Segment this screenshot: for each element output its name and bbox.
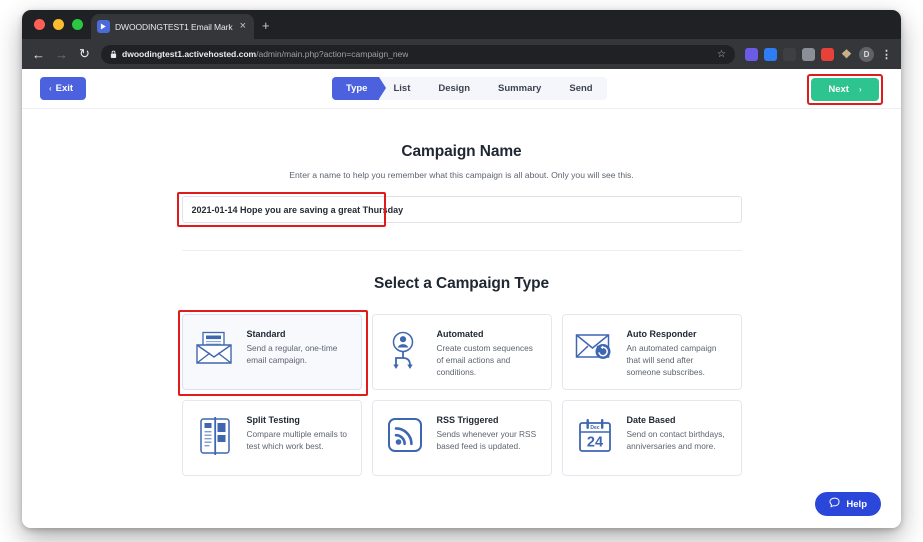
campaign-type-desc-standard: Send a regular, one-time email campaign. bbox=[247, 343, 350, 367]
campaign-type-title-standard: Standard bbox=[247, 329, 350, 339]
campaign-type-text-rss-triggered: RSS Triggered Sends whenever your RSS ba… bbox=[437, 415, 540, 453]
chat-bubble-icon bbox=[829, 497, 840, 511]
content-container: Campaign Name Enter a name to help you r… bbox=[182, 143, 742, 476]
campaign-type-card-split-testing[interactable]: Split Testing Compare multiple emails to… bbox=[182, 400, 362, 476]
calendar-icon: Dec 24 bbox=[574, 415, 616, 455]
campaign-type-desc-rss-triggered: Sends whenever your RSS based feed is up… bbox=[437, 429, 540, 453]
exit-button[interactable]: ‹ Exit bbox=[40, 77, 86, 100]
browser-tab[interactable]: DWOODINGTEST1 Email Mark × bbox=[91, 14, 254, 39]
next-button-label: Next bbox=[828, 84, 849, 95]
campaign-type-card-standard[interactable]: Standard Send a regular, one-time email … bbox=[182, 314, 362, 390]
tab-send[interactable]: Send bbox=[555, 77, 606, 100]
section-divider bbox=[182, 250, 742, 251]
tab-list-label: List bbox=[393, 83, 410, 94]
campaign-step-tabs: Type List Design Summary Send bbox=[332, 77, 607, 100]
extension-blue-arrow-icon[interactable] bbox=[764, 48, 777, 61]
help-button[interactable]: Help bbox=[815, 492, 881, 516]
envelope-document-icon bbox=[194, 329, 236, 365]
browser-window: DWOODINGTEST1 Email Mark × + ← → ↻ dwood… bbox=[22, 10, 901, 528]
tab-summary-label: Summary bbox=[498, 83, 541, 94]
address-bar-url: dwoodingtest1.activehosted.com/admin/mai… bbox=[122, 49, 408, 59]
tab-summary[interactable]: Summary bbox=[484, 77, 555, 100]
extension-loom-icon[interactable] bbox=[783, 48, 796, 61]
window-traffic-lights bbox=[34, 19, 83, 30]
close-tab-icon[interactable]: × bbox=[238, 21, 248, 32]
tab-design[interactable]: Design bbox=[424, 77, 484, 100]
campaign-type-text-date-based: Date Based Send on contact birthdays, an… bbox=[627, 415, 730, 453]
automation-person-branch-icon bbox=[384, 329, 426, 371]
campaign-type-card-rss-triggered[interactable]: RSS Triggered Sends whenever your RSS ba… bbox=[372, 400, 552, 476]
campaign-type-text-auto-responder: Auto Responder An automated campaign tha… bbox=[627, 329, 730, 378]
calendar-day-label: 24 bbox=[586, 435, 602, 451]
reload-icon[interactable]: ↻ bbox=[76, 46, 93, 63]
exit-button-label: Exit bbox=[56, 83, 73, 94]
bookmark-star-icon[interactable]: ☆ bbox=[717, 49, 726, 60]
tab-type[interactable]: Type bbox=[332, 77, 379, 100]
maximize-window-button[interactable] bbox=[72, 19, 83, 30]
browser-toolbar: ← → ↻ dwoodingtest1.activehosted.com/adm… bbox=[22, 39, 901, 69]
campaign-type-card-automated[interactable]: Automated Create custom sequences of ema… bbox=[372, 314, 552, 390]
app-header: ‹ Exit Type List Design Summary Send bbox=[22, 69, 901, 109]
campaign-type-card-date-based[interactable]: Dec 24 Date Based Send on contact birthd… bbox=[562, 400, 742, 476]
campaign-type-title-automated: Automated bbox=[437, 329, 540, 339]
campaign-type-text-automated: Automated Create custom sequences of ema… bbox=[437, 329, 540, 378]
campaign-name-field-row bbox=[182, 196, 742, 223]
campaign-name-input[interactable] bbox=[182, 196, 742, 223]
extension-grammarly-icon[interactable] bbox=[745, 48, 758, 61]
campaign-type-desc-auto-responder: An automated campaign that will send aft… bbox=[627, 343, 730, 378]
help-button-label: Help bbox=[846, 499, 867, 510]
campaign-type-title-auto-responder: Auto Responder bbox=[627, 329, 730, 339]
activecampaign-favicon-icon bbox=[97, 20, 110, 33]
back-icon[interactable]: ← bbox=[30, 46, 47, 63]
campaign-type-grid: Standard Send a regular, one-time email … bbox=[182, 314, 742, 476]
address-bar[interactable]: dwoodingtest1.activehosted.com/admin/mai… bbox=[101, 45, 735, 64]
profile-avatar[interactable]: D bbox=[859, 47, 874, 62]
campaign-name-heading: Campaign Name bbox=[182, 143, 742, 161]
lock-icon bbox=[110, 50, 117, 59]
campaign-type-card-auto-responder[interactable]: Auto Responder An automated campaign tha… bbox=[562, 314, 742, 390]
minimize-window-button[interactable] bbox=[53, 19, 64, 30]
tab-design-label: Design bbox=[438, 83, 470, 94]
main-content: Campaign Name Enter a name to help you r… bbox=[22, 109, 901, 476]
select-campaign-type-heading: Select a Campaign Type bbox=[182, 275, 742, 293]
next-button[interactable]: Next › bbox=[811, 78, 879, 101]
page-viewport: ‹ Exit Type List Design Summary Send bbox=[22, 69, 901, 528]
campaign-type-desc-automated: Create custom sequences of email actions… bbox=[437, 343, 540, 378]
tab-list[interactable]: List bbox=[379, 77, 424, 100]
exit-chevron-icon: ‹ bbox=[49, 84, 52, 93]
envelope-refresh-icon bbox=[574, 329, 616, 361]
campaign-type-title-date-based: Date Based bbox=[627, 415, 730, 425]
address-bar-domain: dwoodingtest1.activehosted.com bbox=[122, 49, 256, 59]
extensions-puzzle-icon[interactable]: ❖ bbox=[840, 48, 853, 61]
extension-screenshot-icon[interactable] bbox=[802, 48, 815, 61]
split-columns-icon bbox=[194, 415, 236, 455]
forward-icon[interactable]: → bbox=[53, 46, 70, 63]
campaign-type-title-rss-triggered: RSS Triggered bbox=[437, 415, 540, 425]
address-bar-path: /admin/main.php?action=campaign_new bbox=[256, 49, 408, 59]
calendar-month-label: Dec bbox=[590, 425, 599, 431]
campaign-type-text-split-testing: Split Testing Compare multiple emails to… bbox=[247, 415, 350, 453]
browser-tab-strip: DWOODINGTEST1 Email Mark × + bbox=[22, 10, 901, 39]
browser-menu-icon[interactable]: ⋮ bbox=[880, 48, 893, 61]
tab-send-label: Send bbox=[569, 83, 592, 94]
browser-tab-title: DWOODINGTEST1 Email Mark bbox=[115, 22, 233, 32]
extension-tray: ❖ D ⋮ bbox=[745, 47, 893, 62]
rss-feed-icon bbox=[384, 415, 426, 453]
campaign-type-text-standard: Standard Send a regular, one-time email … bbox=[247, 329, 350, 367]
close-window-button[interactable] bbox=[34, 19, 45, 30]
campaign-type-desc-date-based: Send on contact birthdays, anniversaries… bbox=[627, 429, 730, 453]
new-tab-button[interactable]: + bbox=[262, 19, 270, 32]
next-chevron-icon: › bbox=[859, 85, 862, 94]
campaign-type-title-split-testing: Split Testing bbox=[247, 415, 350, 425]
extension-recorder-icon[interactable] bbox=[821, 48, 834, 61]
campaign-name-description: Enter a name to help you remember what t… bbox=[182, 170, 742, 180]
tab-type-label: Type bbox=[346, 83, 367, 94]
campaign-type-desc-split-testing: Compare multiple emails to test which wo… bbox=[247, 429, 350, 453]
next-button-highlight: Next › bbox=[807, 74, 883, 105]
